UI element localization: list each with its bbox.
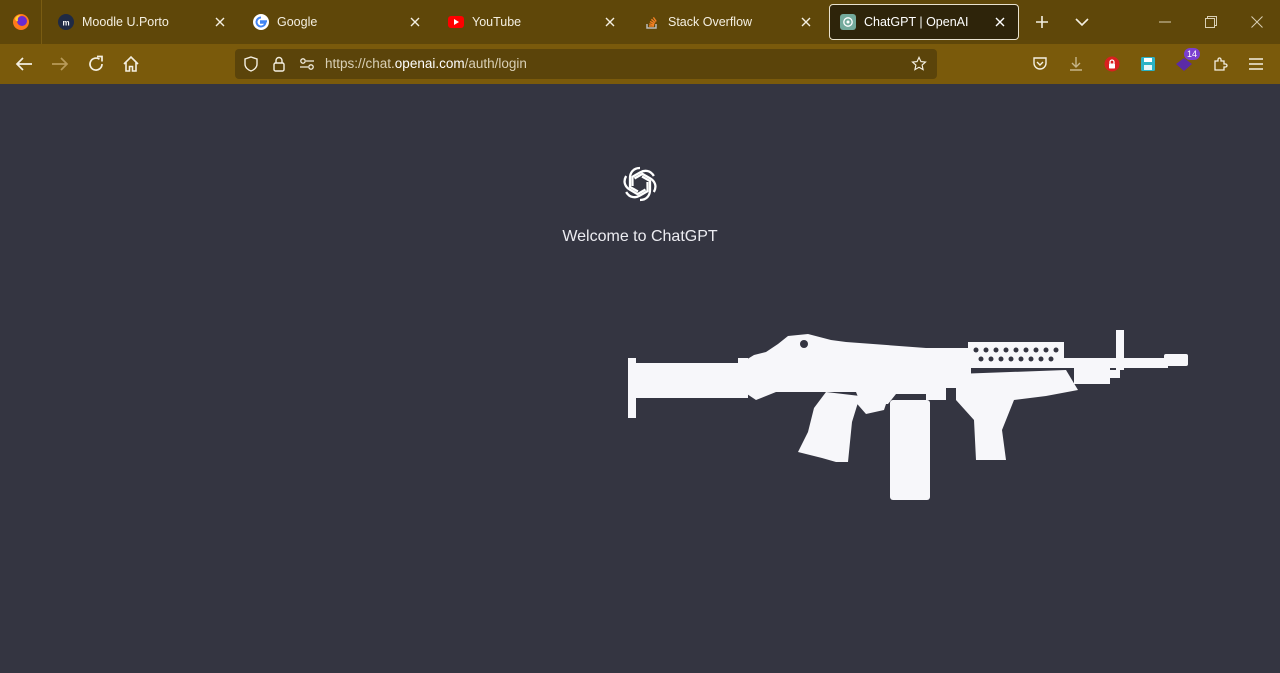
forward-icon[interactable] <box>49 53 71 75</box>
pocket-icon[interactable] <box>1029 53 1051 75</box>
tab-label: Google <box>277 15 318 29</box>
permissions-icon[interactable] <box>299 56 315 72</box>
youtube-icon <box>448 14 464 30</box>
address-bar[interactable]: https://chat.openai.com/auth/login <box>235 49 937 79</box>
url-text[interactable]: https://chat.openai.com/auth/login <box>325 56 527 71</box>
tab-label: Stack Overflow <box>668 15 753 29</box>
svg-text:m: m <box>62 19 69 28</box>
tab-moodle[interactable]: m Moodle U.Porto <box>48 4 238 40</box>
bookmark-star-icon[interactable] <box>911 55 927 72</box>
stackoverflow-icon <box>644 14 660 30</box>
extension-badge-icon[interactable]: 14 <box>1173 48 1200 75</box>
moodle-icon: m <box>58 14 74 30</box>
close-tab-icon[interactable] <box>212 14 228 30</box>
extensions-puzzle-icon[interactable] <box>1209 53 1231 75</box>
close-tab-icon[interactable] <box>407 14 423 30</box>
rifle-silhouette-image <box>628 330 1188 500</box>
tab-chatgpt[interactable]: ChatGPT | OpenAI <box>829 4 1019 40</box>
close-tab-icon[interactable] <box>602 14 618 30</box>
back-icon[interactable] <box>13 53 35 75</box>
close-window-icon[interactable] <box>1247 12 1267 32</box>
tab-bar: m Moodle U.Porto Google YouTube Stack Ov… <box>0 0 1280 44</box>
new-tab-icon[interactable] <box>1032 12 1052 32</box>
password-manager-extension-icon[interactable] <box>1101 53 1123 75</box>
tab-label: YouTube <box>472 15 522 29</box>
openai-icon <box>840 14 856 30</box>
tab-google[interactable]: Google <box>243 4 433 40</box>
minimize-icon[interactable] <box>1155 12 1175 32</box>
list-tabs-icon[interactable] <box>1072 12 1092 32</box>
app-menu-icon[interactable] <box>1245 53 1267 75</box>
tab-stackoverflow[interactable]: Stack Overflow <box>634 4 824 40</box>
openai-logo-icon <box>619 163 661 205</box>
tab-label: Moodle U.Porto <box>82 15 169 29</box>
firefox-menu-icon[interactable] <box>0 0 42 44</box>
close-tab-icon[interactable] <box>992 14 1008 30</box>
home-icon[interactable] <box>120 53 142 75</box>
tab-label: ChatGPT | OpenAI <box>864 15 969 29</box>
close-tab-icon[interactable] <box>798 14 814 30</box>
tracking-protection-shield-icon[interactable] <box>243 56 259 72</box>
extension-badge-count: 14 <box>1184 48 1200 60</box>
reload-icon[interactable] <box>85 53 107 75</box>
save-extension-icon[interactable] <box>1137 53 1159 75</box>
google-icon <box>253 14 269 30</box>
downloads-icon[interactable] <box>1065 53 1087 75</box>
tab-youtube[interactable]: YouTube <box>438 4 628 40</box>
navigation-toolbar: https://chat.openai.com/auth/login 14 <box>0 44 1280 84</box>
restore-icon[interactable] <box>1201 12 1221 32</box>
welcome-heading: Welcome to ChatGPT <box>562 228 718 245</box>
page-content: Welcome to ChatGPT <box>0 84 1280 673</box>
lock-icon[interactable] <box>271 56 287 72</box>
